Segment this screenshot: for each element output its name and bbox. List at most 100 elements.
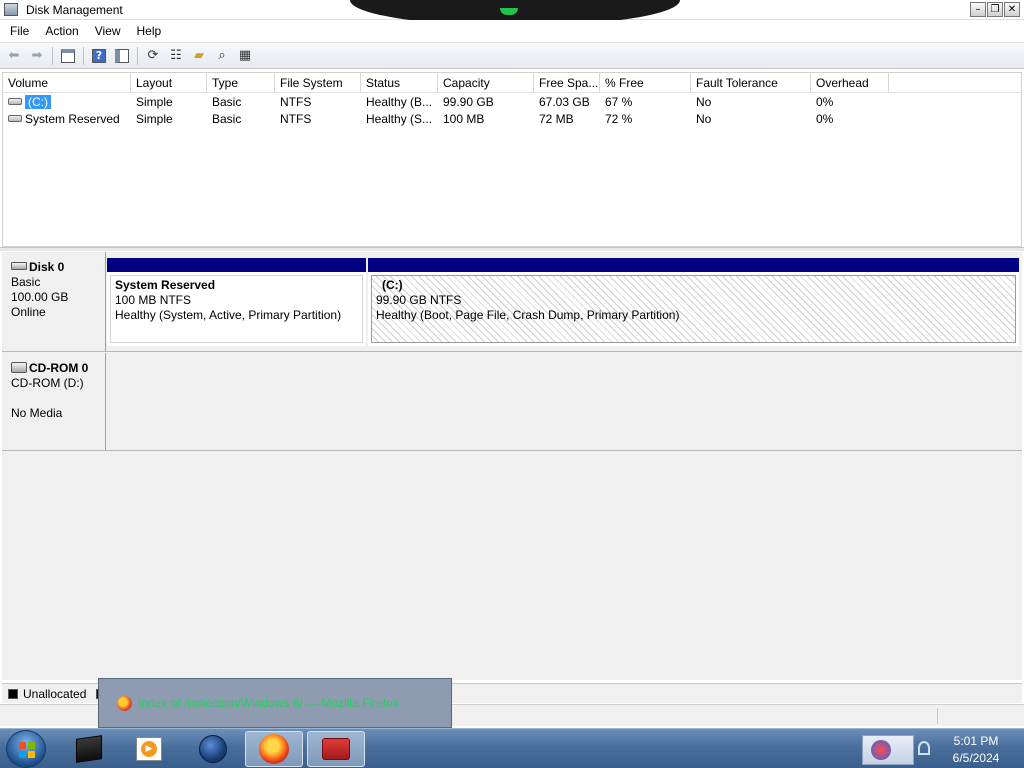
- column-type[interactable]: Type: [207, 73, 275, 93]
- partition-name: System Reserved: [115, 278, 216, 292]
- network-status-icon: [871, 740, 891, 760]
- primary-partition-bar: [368, 258, 1019, 272]
- column-percent-free[interactable]: % Free: [600, 73, 691, 93]
- open-folder-icon[interactable]: ▰: [189, 46, 209, 66]
- cd-rom-icon: [11, 362, 27, 373]
- cell-layout: Simple: [136, 112, 173, 126]
- disk-state: Online: [11, 305, 46, 319]
- minimize-button[interactable]: –: [970, 2, 986, 17]
- disk-0-row: Disk 0 Basic 100.00 GB Online System Res…: [2, 252, 1022, 352]
- taskbar-preview-tooltip[interactable]: Index of /collection/Windows 8/ — Mozill…: [98, 678, 452, 728]
- taskbar-app-computer-management[interactable]: [307, 731, 365, 767]
- partition-status: Healthy (Boot, Page File, Crash Dump, Pr…: [376, 308, 680, 322]
- properties-icon[interactable]: ☷: [166, 46, 186, 66]
- column-volume[interactable]: Volume: [3, 73, 131, 93]
- cell-type: Basic: [212, 112, 242, 126]
- disk-type: Basic: [11, 275, 41, 289]
- taskbar-app-browser[interactable]: [184, 731, 242, 767]
- column-capacity[interactable]: Capacity: [438, 73, 534, 93]
- column-status[interactable]: Status: [361, 73, 438, 93]
- desktop: Disk Management – ❐ ✕ File Action View H…: [0, 0, 1024, 768]
- toolbar-separator: [137, 46, 138, 65]
- restore-button[interactable]: ❐: [987, 2, 1003, 17]
- column-fault-tolerance[interactable]: Fault Tolerance: [691, 73, 811, 93]
- cell-percent-free: 67 %: [605, 95, 633, 109]
- disk-0-label[interactable]: Disk 0 Basic 100.00 GB Online: [2, 252, 106, 351]
- column-file-system[interactable]: File System: [275, 73, 361, 93]
- cdrom-state: No Media: [11, 406, 63, 420]
- menu-file[interactable]: File: [10, 24, 29, 38]
- drive-icon: [8, 115, 22, 122]
- terminal-icon: [76, 735, 102, 763]
- cell-capacity: 100 MB: [443, 112, 485, 126]
- volume-list: Volume Layout Type File System Status Ca…: [2, 72, 1022, 247]
- media-player-icon: ▶: [136, 737, 162, 761]
- taskbar-app-firefox[interactable]: [245, 731, 303, 767]
- window-controls: – ❐ ✕: [970, 2, 1020, 17]
- toolbar: ⬅ ➡ ? ⟳ ☷ ▰ ⌕ ▦: [0, 42, 1024, 69]
- column-free-space[interactable]: Free Spa...: [534, 73, 600, 93]
- window-title: Disk Management: [26, 3, 123, 17]
- menu-view[interactable]: View: [95, 24, 121, 38]
- menu-bar: File Action View Help: [0, 20, 1024, 42]
- partition-system-reserved[interactable]: System Reserved 100 MB NTFS Healthy (Sys…: [107, 258, 366, 346]
- disk-management-icon: [4, 3, 18, 16]
- disk-graphical-view: Disk 0 Basic 100.00 GB Online System Res…: [2, 252, 1022, 680]
- cell-type: Basic: [212, 95, 242, 109]
- forward-arrow-icon[interactable]: ➡: [27, 46, 47, 66]
- legend-unallocated: Unallocated: [23, 686, 87, 701]
- taskbar: ▶ 5:01 PM 6/5/2024: [0, 728, 1024, 768]
- network-icon[interactable]: [918, 741, 930, 755]
- toolbar-separator: [83, 46, 84, 65]
- disk-size: 100.00 GB: [11, 290, 69, 304]
- column-overhead[interactable]: Overhead: [811, 73, 889, 93]
- partition-size: 100 MB NTFS: [115, 293, 192, 307]
- show-hide-icon[interactable]: [112, 46, 132, 66]
- volume-name: (C:): [25, 95, 51, 109]
- drive-icon: [8, 98, 22, 105]
- export-icon[interactable]: ▦: [235, 46, 255, 66]
- toolbox-icon: [322, 738, 350, 760]
- cdrom-0-label[interactable]: CD-ROM 0 CD-ROM (D:) No Media: [2, 353, 106, 450]
- cdrom-0-area: [107, 353, 1022, 450]
- console-tree-icon[interactable]: [58, 46, 78, 66]
- disk-name: Disk 0: [29, 260, 65, 274]
- cell-status: Healthy (S...: [366, 112, 433, 126]
- table-row[interactable]: System Reserved Simple Basic NTFS Health…: [3, 111, 1021, 128]
- cell-file-system: NTFS: [280, 95, 312, 109]
- volume-name: System Reserved: [25, 112, 120, 126]
- search-disk-icon[interactable]: ⌕: [212, 46, 232, 66]
- taskbar-app-terminal[interactable]: [60, 731, 118, 767]
- cdrom-name: CD-ROM 0: [29, 361, 89, 375]
- glow-decoration: [500, 8, 518, 15]
- menu-action[interactable]: Action: [45, 24, 78, 38]
- cell-percent-free: 72 %: [605, 112, 633, 126]
- title-bar: Disk Management – ❐ ✕: [0, 0, 1024, 26]
- system-clock[interactable]: 5:01 PM 6/5/2024: [934, 733, 1018, 767]
- primary-partition-bar: [107, 258, 366, 272]
- hard-disk-icon: [11, 262, 27, 270]
- cell-volume: System Reserved: [3, 111, 131, 128]
- column-layout[interactable]: Layout: [131, 73, 207, 93]
- cell-fault-tolerance: No: [696, 112, 712, 126]
- cell-free-space: 67.03 GB: [539, 95, 590, 109]
- partition-c-drive[interactable]: (C:) 99.90 GB NTFS Healthy (Boot, Page F…: [368, 258, 1019, 346]
- help-icon[interactable]: ?: [89, 46, 109, 66]
- cell-status: Healthy (B...: [366, 95, 433, 109]
- close-button[interactable]: ✕: [1004, 2, 1020, 17]
- menu-help[interactable]: Help: [137, 24, 162, 38]
- tray-notification-icon[interactable]: [862, 735, 914, 765]
- globe-icon: [199, 735, 227, 763]
- back-arrow-icon[interactable]: ⬅: [4, 46, 24, 66]
- cell-overhead: 0%: [816, 95, 834, 109]
- table-row[interactable]: (C:) Simple Basic NTFS Healthy (B... 99.…: [3, 94, 1021, 111]
- start-button[interactable]: [6, 730, 46, 768]
- taskbar-app-media-player[interactable]: ▶: [120, 731, 178, 767]
- pane-splitter[interactable]: [0, 247, 1024, 251]
- cell-capacity: 99.90 GB: [443, 95, 494, 109]
- cdrom-type: CD-ROM (D:): [11, 376, 84, 390]
- firefox-icon: [259, 734, 289, 764]
- refresh-icon[interactable]: ⟳: [143, 46, 163, 66]
- unallocated-swatch: [8, 688, 18, 699]
- volume-list-header: Volume Layout Type File System Status Ca…: [3, 73, 1021, 93]
